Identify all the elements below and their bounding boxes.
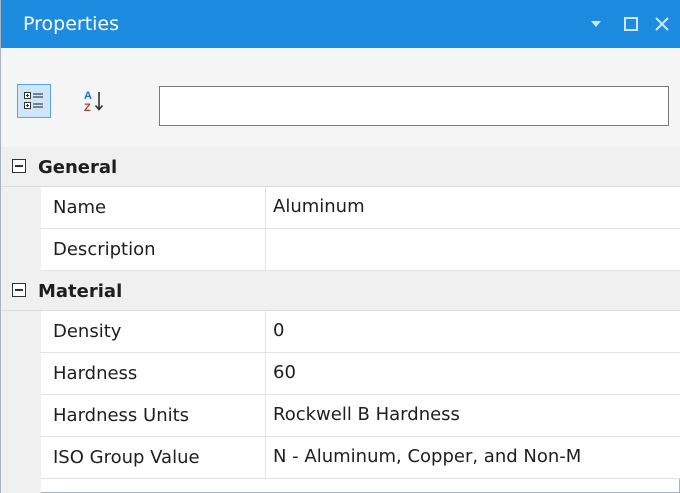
collapse-icon[interactable] — [12, 283, 26, 297]
maximize-icon — [624, 17, 638, 31]
property-value[interactable]: 60 — [273, 362, 673, 384]
property-name: ISO Group Value — [53, 447, 200, 468]
category-label: Material — [38, 281, 123, 302]
column-divider — [265, 229, 266, 271]
category-material[interactable]: Material — [1, 271, 680, 311]
property-row-description[interactable]: Description — [41, 229, 680, 271]
close-icon — [655, 17, 669, 31]
category-general[interactable]: General — [1, 147, 680, 187]
property-value[interactable]: Rockwell B Hardness — [273, 404, 673, 426]
property-row-name[interactable]: Name Aluminum — [41, 187, 680, 229]
categorized-view-icon — [24, 92, 43, 109]
property-name: Hardness — [53, 363, 138, 384]
property-row-iso-group-value[interactable]: ISO Group Value N - Aluminum, Copper, an… — [41, 437, 680, 479]
grid-margin — [1, 147, 41, 493]
search-input[interactable] — [159, 86, 669, 126]
property-row-hardness[interactable]: Hardness 60 — [41, 353, 680, 395]
sort-alphabetical-icon: A Z — [84, 90, 104, 114]
svg-text:Z: Z — [84, 102, 91, 114]
column-divider — [265, 311, 266, 353]
category-label: General — [38, 157, 118, 178]
sort-alphabetical-button[interactable]: A Z — [77, 84, 111, 118]
property-name: Density — [53, 321, 122, 342]
column-divider — [265, 437, 266, 479]
column-divider — [265, 187, 266, 229]
close-button[interactable] — [651, 11, 673, 37]
dropdown-arrow-icon — [591, 21, 601, 27]
panel-title: Properties — [23, 13, 120, 35]
property-name: Name — [53, 197, 107, 218]
maximize-button[interactable] — [620, 11, 642, 37]
property-value[interactable]: N - Aluminum, Copper, and Non-M — [273, 446, 673, 468]
panel-menu-button[interactable] — [585, 11, 607, 37]
property-name: Description — [53, 239, 156, 260]
toolbar: A Z — [1, 48, 680, 147]
column-divider — [265, 395, 266, 437]
title-bar: Properties — [1, 0, 680, 48]
collapse-icon[interactable] — [12, 159, 26, 173]
property-grid: General Name Aluminum Description Materi… — [1, 147, 680, 493]
categorized-view-button[interactable] — [17, 84, 51, 118]
properties-panel: Properties A Z General Name Aluminum Des… — [0, 0, 680, 493]
svg-text:A: A — [84, 90, 92, 102]
property-value[interactable]: 0 — [273, 320, 673, 342]
property-row-hardness-units[interactable]: Hardness Units Rockwell B Hardness — [41, 395, 680, 437]
property-name: Hardness Units — [53, 405, 190, 426]
property-value[interactable]: Aluminum — [273, 196, 673, 218]
column-divider — [265, 353, 266, 395]
property-row-density[interactable]: Density 0 — [41, 311, 680, 353]
